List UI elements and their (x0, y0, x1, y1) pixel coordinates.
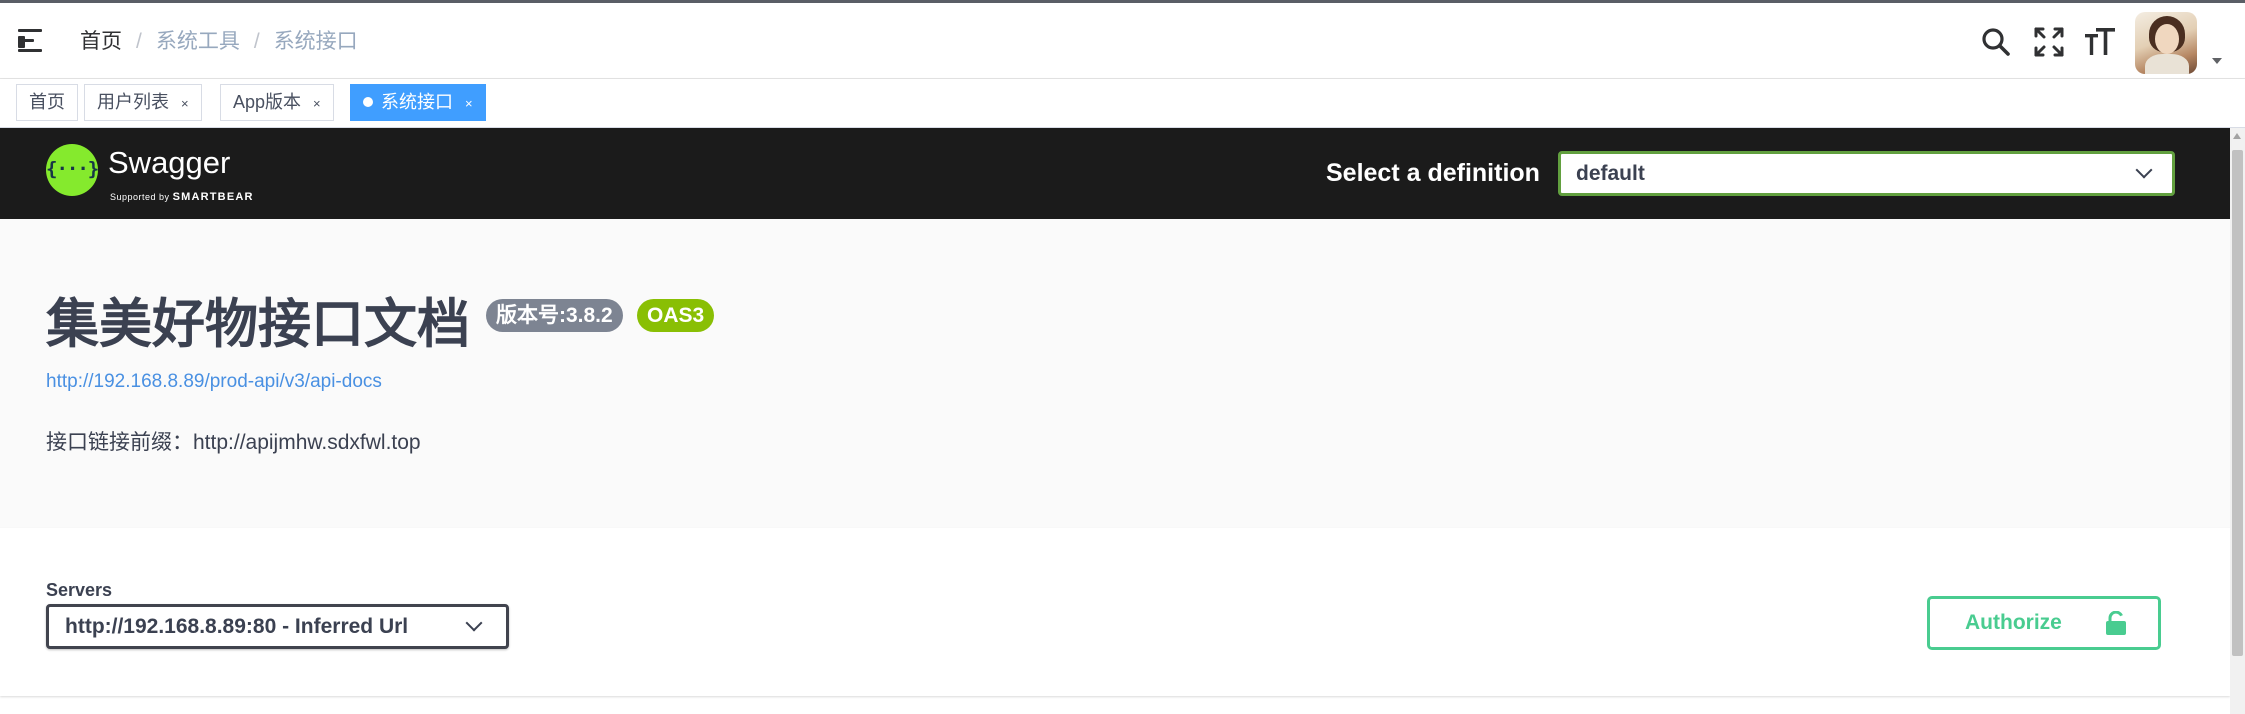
close-icon[interactable]: × (181, 96, 189, 111)
version-badge: 版本号:3.8.2 (486, 299, 623, 332)
navbar: 首页 / 系统工具 / 系统接口 (0, 3, 2245, 79)
servers-select[interactable]: http://192.168.8.89:80 - Inferred Url (46, 604, 509, 649)
definition-select[interactable]: default (1558, 151, 2175, 196)
avatar[interactable] (2135, 12, 2197, 74)
swagger-supported-by: Supported by SMARTBEAR (110, 191, 254, 203)
scrollbar[interactable] (2230, 128, 2245, 714)
servers-label: Servers (46, 580, 113, 600)
api-info: 集美好物接口文档 版本号:3.8.2 OAS3 http://192.168.8… (0, 219, 2230, 528)
tags-view: 首页 用户列表 × App版本 × 系统接口 × (0, 79, 2245, 128)
scrollbar-thumb[interactable] (2232, 150, 2243, 656)
chevron-down-icon[interactable] (2212, 58, 2222, 64)
swagger-topbar: {···} Swagger Supported by SMARTBEAR Sel… (0, 128, 2230, 219)
tag-label: 用户列表 (97, 92, 169, 112)
tag-system-api[interactable]: 系统接口 × (350, 84, 486, 121)
definition-value: default (1576, 162, 1645, 185)
oas-badge: OAS3 (637, 299, 715, 332)
active-dot-icon (363, 97, 373, 107)
fullscreen-icon[interactable] (2032, 25, 2066, 59)
tag-app-version[interactable]: App版本 × (220, 84, 334, 121)
search-icon[interactable] (1979, 25, 2013, 59)
scheme-container: Servers http://192.168.8.89:80 - Inferre… (0, 528, 2230, 696)
scroll-up-icon[interactable] (2233, 133, 2241, 139)
authorize-button[interactable]: Authorize (1927, 596, 2161, 650)
close-icon[interactable]: × (313, 96, 321, 111)
breadcrumb-system-api: 系统接口 (273, 30, 358, 53)
api-description: 接口链接前缀：http://apijmhw.sdxfwl.top (46, 431, 421, 454)
swagger-brand[interactable]: Swagger (108, 146, 230, 180)
swagger-logo-icon[interactable]: {···} (46, 144, 99, 196)
chevron-down-icon (2135, 161, 2153, 179)
tag-label: 首页 (29, 92, 65, 112)
definition-label: Select a definition (1326, 159, 1540, 187)
page-title: 集美好物接口文档 (46, 295, 470, 354)
tag-label: 系统接口 (381, 92, 453, 112)
tag-home[interactable]: 首页 (16, 84, 78, 121)
breadcrumb-separator: / (253, 30, 260, 53)
breadcrumb-home[interactable]: 首页 (80, 27, 122, 57)
hamburger-icon[interactable] (18, 29, 44, 53)
authorize-label: Authorize (1965, 611, 2062, 634)
chevron-down-icon (465, 614, 483, 632)
close-icon[interactable]: × (465, 96, 473, 111)
lock-icon (2106, 611, 2126, 635)
breadcrumb-system-tools: 系统工具 (155, 30, 240, 53)
tag-label: App版本 (233, 92, 302, 112)
breadcrumb: 首页 / 系统工具 / 系统接口 (80, 27, 358, 57)
font-size-icon[interactable] (2083, 25, 2117, 59)
api-docs-link[interactable]: http://192.168.8.89/prod-api/v3/api-docs (46, 371, 382, 393)
servers-value: http://192.168.8.89:80 - Inferred Url (65, 615, 409, 638)
tag-user-list[interactable]: 用户列表 × (84, 84, 202, 121)
breadcrumb-separator: / (136, 30, 142, 53)
